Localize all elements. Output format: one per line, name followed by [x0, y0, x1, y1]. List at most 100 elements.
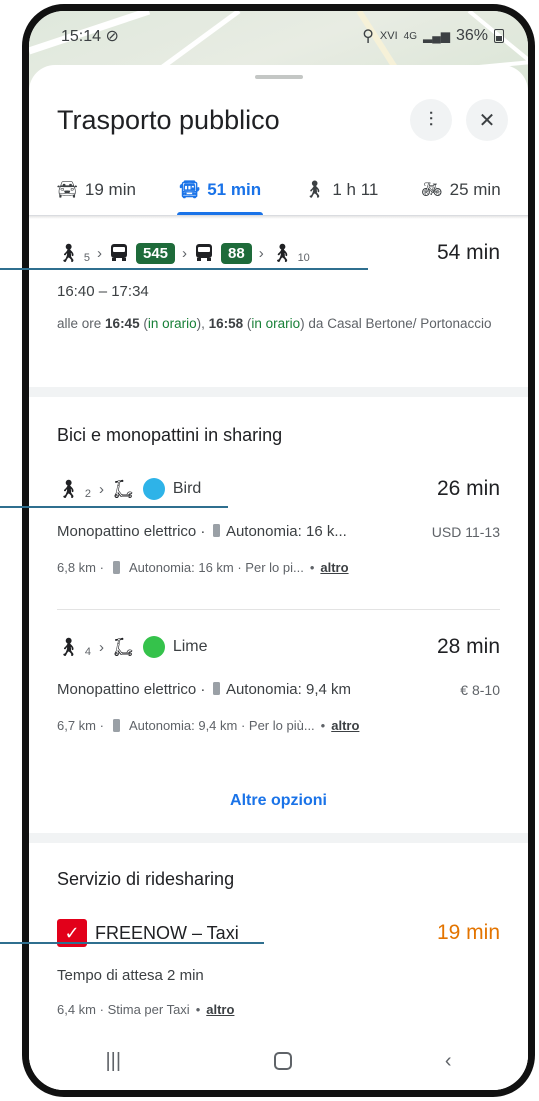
car-icon: 🚘︎: [56, 180, 78, 199]
scooter-icon: 🛴︎: [111, 636, 135, 657]
bus-icon: 🚍︎: [178, 180, 201, 199]
sliders-icon: ⫶: [428, 108, 434, 131]
tab-car[interactable]: 🚘︎ 19 min: [50, 165, 142, 215]
walk-minutes: 2: [84, 488, 91, 500]
ridesharing-title-row: Servizio di ridesharing: [29, 869, 528, 890]
section-title: Servizio di ridesharing: [57, 869, 235, 889]
check-icon: ⊘: [105, 28, 119, 45]
walk-minutes-end: 10: [297, 251, 310, 264]
option-distance: 6,7 km ·: [57, 718, 104, 733]
options-button[interactable]: ⫶: [410, 99, 452, 141]
route-duration: 54 min: [436, 241, 500, 264]
provider-name: FREENOW – Taxi: [95, 922, 239, 943]
walk-minutes-start: 5: [83, 251, 90, 264]
option-distance: 6,8 km ·: [57, 560, 104, 575]
tab-walk-label: 1 h 11: [332, 180, 379, 199]
tab-transit-label: 51 min: [207, 180, 262, 199]
chevron-right-icon: ›: [258, 244, 264, 262]
tab-car-label: 19 min: [84, 180, 136, 199]
location-icon: ⚲: [362, 28, 374, 45]
bus-icon: [109, 244, 129, 262]
walk-icon: 🚶︎: [57, 478, 80, 499]
option-duration: 28 min: [436, 635, 500, 658]
route-departure-detail: alle ore 16:45 (in orario), 16:58 (in or…: [57, 316, 492, 331]
battery-icon: [112, 561, 120, 574]
chevron-right-icon: ›: [98, 480, 104, 498]
phone-frame: 15:14 ⊘ ⚲ XVI 4G ▂▄▆ 36% Trasporto pubbl…: [22, 4, 535, 1097]
carrier-label: XVI: [379, 30, 398, 42]
option-duration: 26 min: [436, 477, 500, 500]
status-time: 15:14 ⊘: [61, 28, 119, 45]
back-icon[interactable]: ‹: [445, 1050, 452, 1073]
route-times: 16:40 – 17:34: [57, 283, 149, 300]
battery-icon: [494, 29, 504, 43]
route-card[interactable]: 🚶︎ 5 › 545 › 88 › 🚶︎ 10 54 min 16:40 – 1…: [29, 241, 528, 334]
battery-icon: [112, 719, 120, 732]
walk-icon: 🚶︎: [303, 180, 326, 199]
travel-mode-tabs: 🚘︎ 19 min 🚍︎ 51 min 🚶︎ 1 h 11 🚲︎ 25 min: [29, 165, 528, 215]
home-icon[interactable]: [273, 1052, 292, 1070]
divider: [57, 609, 500, 610]
bus-icon: [194, 244, 214, 262]
tab-bike-label: 25 min: [449, 180, 501, 199]
chevron-right-icon: ›: [98, 638, 104, 656]
annotation-line: [0, 942, 264, 944]
more-link[interactable]: altro: [320, 560, 348, 575]
status-bar: 15:14 ⊘ ⚲ XVI 4G ▂▄▆ 36%: [29, 11, 528, 61]
close-button[interactable]: ✕: [466, 99, 508, 141]
annotation-line: [0, 268, 368, 270]
recent-apps-icon[interactable]: |||: [105, 1050, 121, 1073]
signal-icon: ▂▄▆: [423, 29, 450, 43]
walk-icon: 🚶︎: [270, 242, 294, 263]
section-title: Bici e monopattini in sharing: [57, 425, 283, 445]
option-duration: 19 min: [436, 921, 500, 944]
chevron-right-icon: ›: [96, 244, 102, 262]
option-meta: 6,4 km · Stima per Taxi: [57, 1002, 190, 1017]
ridesharing-option[interactable]: ✓ FREENOW – Taxi 19 min Tempo di attesa …: [29, 919, 528, 1017]
directions-sheet: Trasporto pubblico ⫶ ✕ 🚘︎ 19 min 🚍︎ 51 m…: [29, 65, 528, 1090]
walk-icon: 🚶︎: [57, 636, 80, 657]
sharing-option-lime[interactable]: 🚶︎ 4 › 🛴︎ Lime 28 min Monopattino elettr…: [29, 635, 528, 733]
tab-bike[interactable]: 🚲︎ 25 min: [415, 165, 507, 215]
drag-handle[interactable]: [254, 75, 303, 79]
bus-line-badge: 545: [135, 242, 176, 264]
section-gap: [29, 833, 528, 843]
tab-transit[interactable]: 🚍︎ 51 min: [173, 165, 267, 215]
route-steps: 🚶︎ 5 › 545 › 88 › 🚶︎ 10: [57, 242, 310, 264]
sheet-header: Trasporto pubblico ⫶ ✕: [57, 99, 508, 141]
option-description: Monopattino elettrico · Autonomia: 9,4 k…: [57, 681, 351, 698]
sharing-title-row: Bici e monopattini in sharing: [29, 425, 528, 446]
system-nav-bar: ||| ‹: [29, 1032, 528, 1090]
bike-icon: 🚲︎: [421, 180, 443, 199]
walk-icon: 🚶︎: [57, 242, 80, 263]
status-icons: ⚲ XVI 4G ▂▄▆ 36%: [362, 26, 504, 46]
option-price: USD 11-13: [431, 523, 500, 540]
lime-logo-icon: [142, 636, 165, 658]
bird-logo-icon: [142, 478, 165, 500]
option-meta: Autonomia: 16 km · Per lo pi...: [128, 560, 304, 575]
scroll-shadow: [29, 216, 528, 219]
more-options-button[interactable]: Altre opzioni: [29, 792, 528, 810]
sharing-option-bird[interactable]: 🚶︎ 2 › 🛴︎ Bird 26 min Monopattino elettr…: [29, 477, 528, 575]
bus-line-badge: 88: [221, 242, 252, 264]
scooter-icon: 🛴︎: [111, 478, 135, 499]
option-meta: Autonomia: 9,4 km · Per lo più...: [128, 718, 315, 733]
close-icon: ✕: [478, 109, 496, 132]
battery-percent: 36%: [455, 27, 488, 44]
page-title: Trasporto pubblico: [57, 104, 280, 135]
tab-walk[interactable]: 🚶︎ 1 h 11: [298, 165, 385, 215]
wait-time: Tempo di attesa 2 min: [57, 967, 204, 984]
provider-name: Bird: [172, 480, 202, 497]
battery-icon: [212, 682, 220, 695]
walk-minutes: 4: [84, 646, 91, 658]
chevron-right-icon: ›: [182, 244, 188, 262]
more-link[interactable]: altro: [206, 1002, 234, 1017]
annotation-line: [0, 506, 228, 508]
option-description: Monopattino elettrico · Autonomia: 16 k.…: [57, 523, 347, 540]
more-link[interactable]: altro: [331, 718, 359, 733]
battery-icon: [212, 524, 220, 537]
section-gap: [29, 387, 528, 397]
network-label: 4G: [403, 30, 417, 42]
option-price: € 8-10: [460, 681, 500, 698]
provider-name: Lime: [172, 638, 208, 655]
